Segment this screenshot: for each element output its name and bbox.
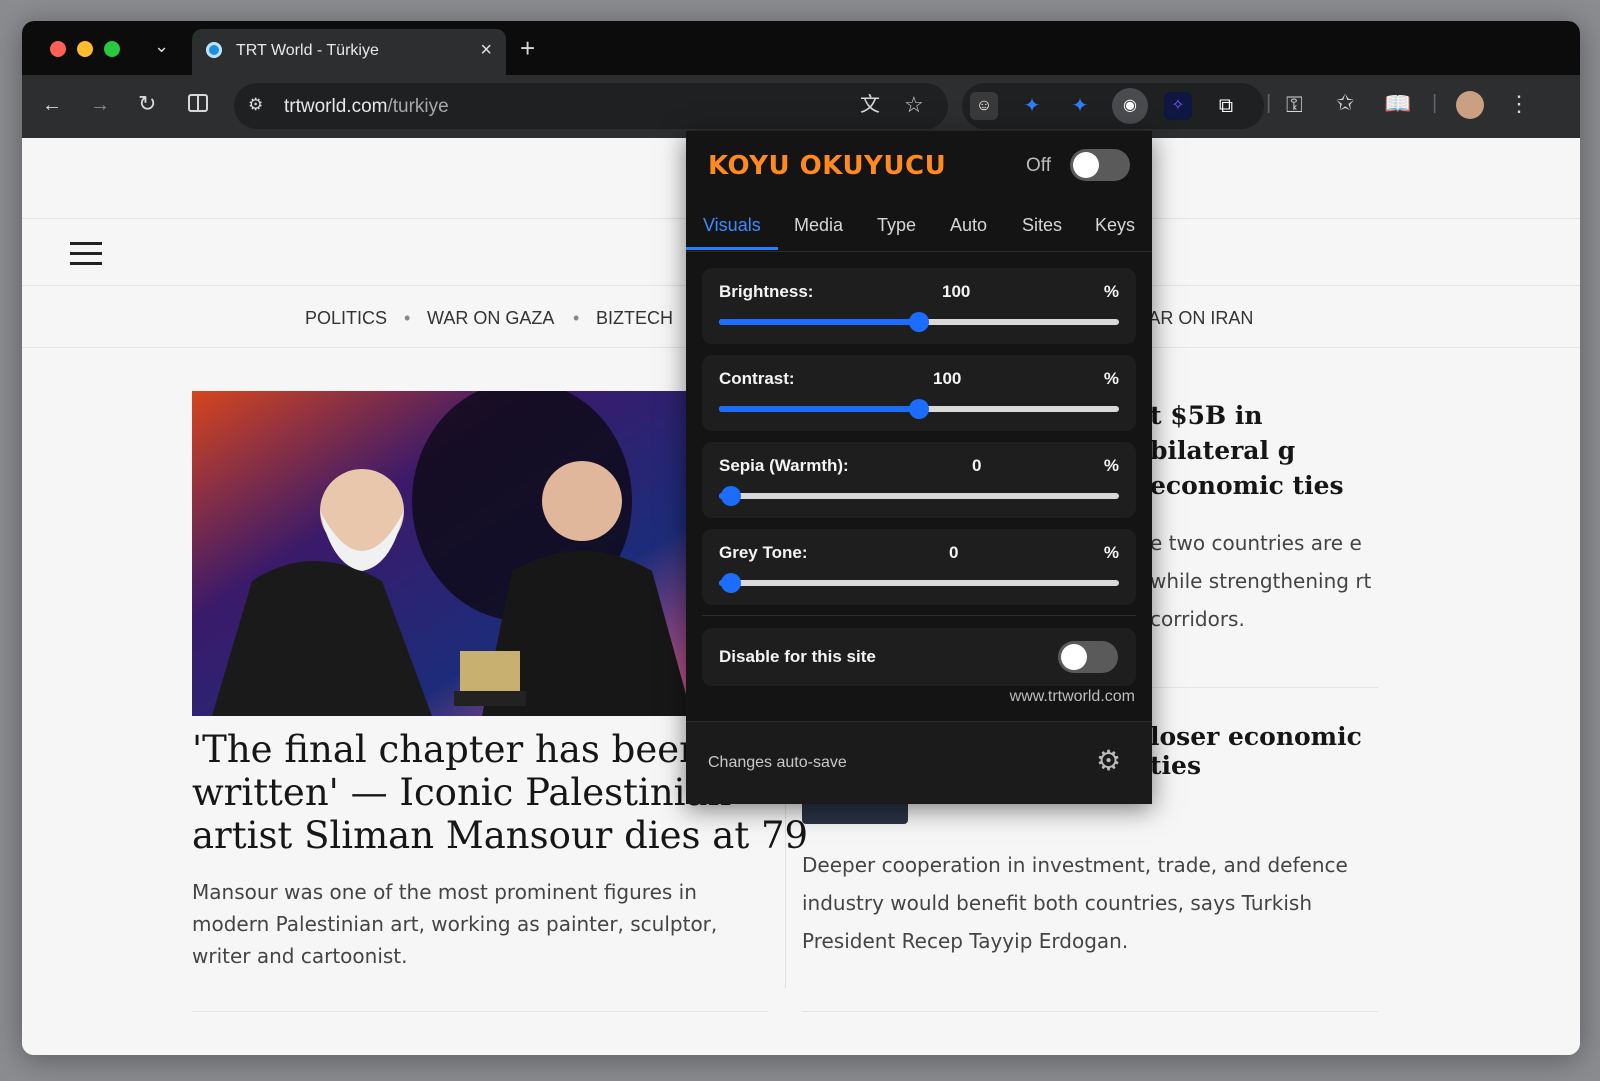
contrast-label: Contrast: xyxy=(719,369,795,388)
extension-face-icon[interactable]: ☺ xyxy=(970,92,998,120)
nav-war-on-iran[interactable]: WAR ON IRAN xyxy=(1132,308,1272,329)
url-text[interactable]: trtworld.com/turkiye xyxy=(284,96,449,118)
grey-tone-slider[interactable] xyxy=(719,573,1119,593)
power-toggle-knob xyxy=(1073,152,1099,178)
brightness-slider-fill xyxy=(719,319,919,325)
grey-tone-card: Grey Tone: 0 % xyxy=(702,529,1136,605)
tab-close-icon[interactable]: × xyxy=(480,39,492,62)
story1-summary: e two countries are e while strengthenin… xyxy=(1150,531,1372,631)
new-tab-plus-icon[interactable]: + xyxy=(520,35,535,61)
contrast-card: Contrast: 100 % xyxy=(702,355,1136,431)
toolbar-divider-2: | xyxy=(1432,92,1438,114)
contrast-value: 100 xyxy=(933,369,962,388)
tab-sites[interactable]: Sites xyxy=(1022,215,1062,236)
story2-headline[interactable]: loser economic ties xyxy=(1150,722,1390,780)
tab-search-chevron-icon[interactable]: ⌄ xyxy=(154,37,169,55)
disable-site-label: Disable for this site xyxy=(719,647,876,666)
contrast-unit: % xyxy=(1103,369,1119,388)
tab-title: TRT World - Türkiye xyxy=(236,42,379,59)
brightness-slider-thumb[interactable] xyxy=(909,312,929,332)
trt-favicon-icon xyxy=(206,42,222,58)
brightness-value: 100 xyxy=(942,282,971,301)
grey-tone-label: Grey Tone: xyxy=(719,543,808,562)
toolbar-divider: | xyxy=(1266,92,1272,114)
forward-arrow-icon[interactable]: → xyxy=(90,95,110,115)
close-window-button[interactable] xyxy=(50,41,66,57)
back-arrow-icon[interactable]: ← xyxy=(42,95,62,115)
split-view-icon[interactable] xyxy=(187,92,209,118)
grey-tone-unit: % xyxy=(1103,543,1119,562)
address-bar[interactable]: ⚙ trtworld.com/turkiye 文 ☆ xyxy=(234,83,948,129)
disable-site-toggle-knob xyxy=(1061,644,1087,670)
dark-reader-extension-icon[interactable]: ◉ xyxy=(1112,88,1148,124)
minimize-window-button[interactable] xyxy=(77,41,93,57)
extension-space-icon[interactable]: ✧ xyxy=(1164,92,1192,120)
password-key-icon[interactable]: ⚿ xyxy=(1286,94,1303,116)
bottom-divider-left xyxy=(192,1011,768,1012)
sepia-card: Sepia (Warmth): 0 % xyxy=(702,442,1136,518)
browser-toolbar: ← → ↻ ⚙ trtworld.com/turkiye 文 ☆ ☺ ✦ ✦ ◉… xyxy=(22,75,1580,138)
brightness-label: Brightness: xyxy=(719,282,814,301)
tab-strip: ⌄ TRT World - Türkiye × + xyxy=(22,21,1580,75)
nav-separator: • xyxy=(573,308,580,328)
popup-tabs: Visuals Media Type Auto Sites Keys xyxy=(686,199,1152,252)
nav-war-on-gaza[interactable]: WAR ON GAZA xyxy=(427,308,554,329)
settings-gear-icon[interactable]: ⚙ xyxy=(1096,747,1121,775)
extension-puzzle-icon-2[interactable]: ✦ xyxy=(1066,92,1094,120)
tab-type[interactable]: Type xyxy=(877,215,916,236)
maximize-window-button[interactable] xyxy=(104,41,120,57)
browser-tab[interactable]: TRT World - Türkiye × xyxy=(192,29,506,75)
hamburger-menu-icon[interactable] xyxy=(70,242,102,272)
site-host-label: www.trtworld.com xyxy=(1009,688,1135,705)
translate-icon[interactable]: 文 xyxy=(860,95,880,115)
nav-biztech[interactable]: BIZTECH xyxy=(596,308,673,329)
popup-footer: Changes auto-save ⚙ xyxy=(686,721,1152,804)
power-toggle[interactable] xyxy=(1070,149,1130,181)
sepia-slider[interactable] xyxy=(719,486,1119,506)
dark-reader-popup: KOYU OKUYUCU Off Visuals Media Type Auto… xyxy=(686,131,1152,804)
hero-summary: Mansour was one of the most prominent fi… xyxy=(192,880,718,968)
disable-site-toggle[interactable] xyxy=(1058,641,1118,673)
brightness-unit: % xyxy=(1103,282,1119,301)
bookmark-star-icon[interactable]: ☆ xyxy=(904,94,924,116)
grey-tone-slider-thumb[interactable] xyxy=(721,573,741,593)
disable-site-card: Disable for this site xyxy=(702,628,1136,686)
tab-media[interactable]: Media xyxy=(794,215,843,236)
power-status-label: Off xyxy=(1026,155,1051,176)
profile-avatar[interactable] xyxy=(1456,91,1484,119)
site-settings-icon[interactable]: ⚙ xyxy=(248,96,263,113)
browser-menu-dots-icon[interactable]: ⋮ xyxy=(1508,93,1530,115)
sepia-label: Sepia (Warmth): xyxy=(719,456,849,475)
bottom-divider-right xyxy=(802,1011,1378,1012)
tab-auto[interactable]: Auto xyxy=(950,215,987,236)
extensions-bar: ☺ ✦ ✦ ◉ ✧ ⧉ xyxy=(962,83,1264,129)
auto-save-note: Changes auto-save xyxy=(708,754,847,771)
bookmarks-star-icon[interactable]: ✩ xyxy=(1336,92,1354,114)
brightness-card: Brightness: 100 % xyxy=(702,268,1136,344)
sepia-value: 0 xyxy=(972,456,982,475)
contrast-slider-thumb[interactable] xyxy=(909,399,929,419)
story2-summary: Deeper cooperation in investment, trade,… xyxy=(802,853,1348,953)
extensions-menu-icon[interactable]: ⧉ xyxy=(1212,92,1240,120)
extension-puzzle-icon[interactable]: ✦ xyxy=(1018,92,1046,120)
story1-headline[interactable]: t $5B in bilateral g economic ties xyxy=(1150,398,1370,503)
reload-icon[interactable]: ↻ xyxy=(138,93,156,115)
reading-mode-book-icon[interactable]: 📖 xyxy=(1384,93,1411,115)
sepia-unit: % xyxy=(1103,456,1119,475)
grey-tone-value: 0 xyxy=(949,543,959,562)
popup-brand-title: KOYU OKUYUCU xyxy=(708,151,947,181)
nav-politics[interactable]: POLITICS xyxy=(305,308,387,329)
active-tab-underline xyxy=(686,247,778,250)
contrast-slider-fill xyxy=(719,406,919,412)
nav-separator: • xyxy=(404,308,411,328)
brightness-slider[interactable] xyxy=(719,312,1119,332)
tab-keys[interactable]: Keys xyxy=(1095,215,1135,236)
hero-image[interactable] xyxy=(192,391,692,716)
contrast-slider[interactable] xyxy=(719,399,1119,419)
popup-divider xyxy=(702,615,1136,616)
tab-visuals[interactable]: Visuals xyxy=(703,215,761,236)
sepia-slider-thumb[interactable] xyxy=(721,486,741,506)
